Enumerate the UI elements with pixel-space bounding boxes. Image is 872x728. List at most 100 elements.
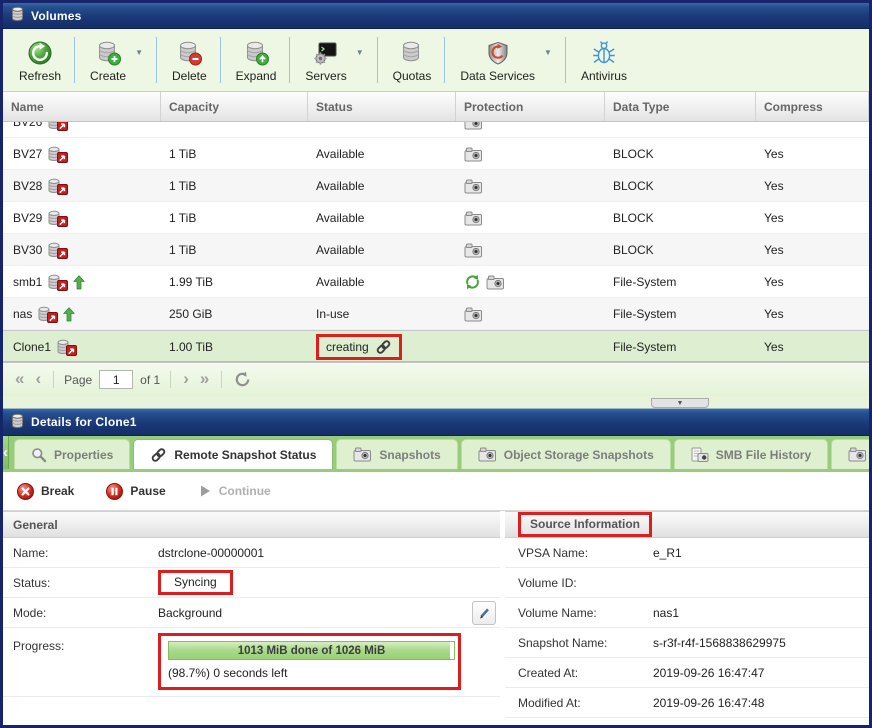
servers-icon bbox=[312, 39, 340, 67]
refresh-icon bbox=[26, 39, 54, 67]
chevron-left-icon: ‹ bbox=[3, 444, 8, 461]
source-section: Source Information VPSA Name: e_R1 Volume … bbox=[505, 511, 869, 725]
toolbar-divider bbox=[289, 37, 291, 83]
details-panel-title: Details for Clone1 bbox=[31, 415, 137, 429]
table-row-smb1[interactable]: smb1 1.99 TiB Available File-System Yes bbox=[3, 266, 869, 298]
volume-icon bbox=[47, 178, 69, 195]
continue-button: Continue bbox=[198, 484, 271, 498]
source-section-title: Source Information bbox=[530, 517, 641, 531]
break-button[interactable]: Break bbox=[17, 482, 74, 500]
prev-page-button[interactable]: ‹ bbox=[33, 370, 43, 390]
tab-smb-file-history[interactable]: SMB File History bbox=[673, 439, 829, 469]
column-header-name[interactable]: Name bbox=[3, 92, 161, 121]
tab-object-storage-snapshots[interactable]: Object Storage Snapshots bbox=[460, 439, 671, 469]
toolbar-button-expand[interactable]: Expand bbox=[224, 35, 287, 85]
toolbar-button-body: Create bbox=[90, 39, 126, 83]
toolbar-button-label: Expand bbox=[235, 69, 277, 83]
cell-status: creating bbox=[308, 331, 456, 362]
column-header-protection[interactable]: Protection bbox=[456, 92, 605, 121]
toolbar-button-label: Data Services bbox=[460, 69, 536, 83]
table-row-bv30[interactable]: BV30 1 TiB Available BLOCK Yes bbox=[3, 234, 869, 266]
volumes-panel-title: Volumes bbox=[31, 8, 82, 23]
column-header-compress[interactable]: Compress bbox=[756, 92, 869, 121]
progress-bar-label: 1013 MiB done of 1026 MiB bbox=[237, 644, 386, 657]
toolbar-button-create[interactable]: Create ▼ bbox=[78, 35, 153, 85]
column-header-capacity[interactable]: Capacity bbox=[161, 92, 308, 121]
field-label: Progress: bbox=[13, 639, 65, 653]
volume-icon bbox=[47, 242, 69, 259]
toolbar-button-data-services[interactable]: Data Services ▼ bbox=[448, 35, 562, 85]
first-page-button[interactable]: « bbox=[13, 370, 26, 390]
field-label: Mode: bbox=[13, 605, 47, 620]
next-page-button[interactable]: › bbox=[181, 370, 191, 390]
toolbar-button-refresh[interactable]: Refresh bbox=[7, 35, 71, 85]
volume-icon bbox=[47, 274, 69, 291]
table-row-clone1[interactable]: Clone1 1.00 TiB creating File-System Yes bbox=[3, 330, 869, 362]
tab-snapshot-polic[interactable]: Snapshot Polic bbox=[831, 439, 869, 469]
cell-compress: Yes bbox=[764, 179, 784, 193]
table-header: Name Capacity Status Protection Data Type Com… bbox=[3, 92, 869, 122]
cell-protection bbox=[456, 298, 605, 330]
last-page-button[interactable]: » bbox=[198, 370, 211, 390]
cell-capacity: 1 TiB bbox=[169, 243, 197, 257]
table-row-nas[interactable]: nas 250 GiB In-use File-System Yes bbox=[3, 298, 869, 330]
pause-button[interactable]: Pause bbox=[106, 482, 166, 500]
general-section-title: General bbox=[13, 517, 58, 532]
toolbar-button-servers[interactable]: Servers ▼ bbox=[293, 35, 373, 85]
snapshot-icon bbox=[486, 275, 505, 290]
table-row-bv26[interactable]: BV26 bbox=[3, 122, 869, 138]
cell-data-type: BLOCK bbox=[613, 243, 654, 257]
field-value: e_R1 bbox=[653, 545, 682, 560]
pagination-divider bbox=[221, 371, 223, 388]
link-icon bbox=[150, 447, 167, 463]
cell-compress bbox=[756, 122, 869, 137]
cell-protection bbox=[456, 234, 605, 266]
pagination-divider bbox=[53, 371, 55, 388]
toolbar-button-antivirus[interactable]: Antivirus bbox=[569, 35, 637, 85]
snapshot-icon bbox=[464, 211, 483, 226]
cell-data-type bbox=[605, 122, 756, 137]
column-header-data-type[interactable]: Data Type bbox=[605, 92, 756, 121]
db-remove-icon bbox=[175, 39, 203, 67]
camera-icon bbox=[353, 447, 372, 462]
source-field-volume-name: Volume Name: nas1 bbox=[505, 598, 869, 628]
table-row-bv29[interactable]: BV29 1 TiB Available BLOCK Yes bbox=[3, 202, 869, 234]
toolbar-button-body: Data Services bbox=[460, 39, 535, 83]
chevron-down-icon[interactable]: ▼ bbox=[356, 48, 364, 57]
column-header-status[interactable]: Status bbox=[308, 92, 456, 121]
toolbar-button-delete[interactable]: Delete bbox=[160, 35, 217, 85]
pencil-icon bbox=[478, 607, 491, 620]
pagination-bar: « ‹ Page of 1 › » bbox=[3, 362, 869, 396]
refresh-grid-button[interactable] bbox=[234, 371, 251, 388]
toolbar-button-label: Delete bbox=[171, 69, 207, 83]
chevron-down-icon[interactable]: ▼ bbox=[544, 48, 552, 57]
table-row-bv28[interactable]: BV28 1 TiB Available BLOCK Yes bbox=[3, 170, 869, 202]
tab-label: Snapshots bbox=[379, 447, 441, 462]
cell-name: Clone1 bbox=[3, 331, 161, 362]
tab-properties[interactable]: Properties bbox=[14, 439, 131, 469]
tab-snapshots[interactable]: Snapshots bbox=[336, 439, 458, 469]
cell-data-type: File-System bbox=[613, 340, 677, 354]
volumes-titlebar: Volumes bbox=[3, 3, 869, 29]
general-section-header: General bbox=[3, 511, 500, 538]
pause-icon bbox=[106, 482, 124, 500]
volume-icon bbox=[47, 146, 69, 163]
volume-name: Clone1 bbox=[13, 340, 52, 354]
source-field-vpsa-name: VPSA Name: e_R1 bbox=[505, 538, 869, 568]
toolbar-divider bbox=[564, 37, 566, 83]
edit-mode-button[interactable] bbox=[472, 601, 496, 625]
toolbar-button-quotas[interactable]: Quotas bbox=[381, 35, 442, 85]
action-label: Pause bbox=[130, 484, 166, 498]
volume-name: BV27 bbox=[13, 147, 43, 161]
table-row-bv27[interactable]: BV27 1 TiB Available BLOCK Yes bbox=[3, 138, 869, 170]
cell-protection bbox=[456, 138, 605, 170]
shield-icon bbox=[484, 39, 512, 67]
chevron-down-icon[interactable]: ▼ bbox=[135, 48, 143, 57]
tab-remote-snapshot-status[interactable]: Remote Snapshot Status bbox=[133, 439, 334, 469]
database-icon bbox=[11, 413, 24, 432]
pagination-divider bbox=[170, 371, 172, 388]
page-input[interactable] bbox=[99, 370, 134, 389]
splitter-handle[interactable]: ▼ bbox=[651, 398, 709, 408]
toolbar-button-label: Antivirus bbox=[580, 69, 627, 83]
tab-scroll-left-button[interactable]: ‹ bbox=[3, 436, 9, 469]
